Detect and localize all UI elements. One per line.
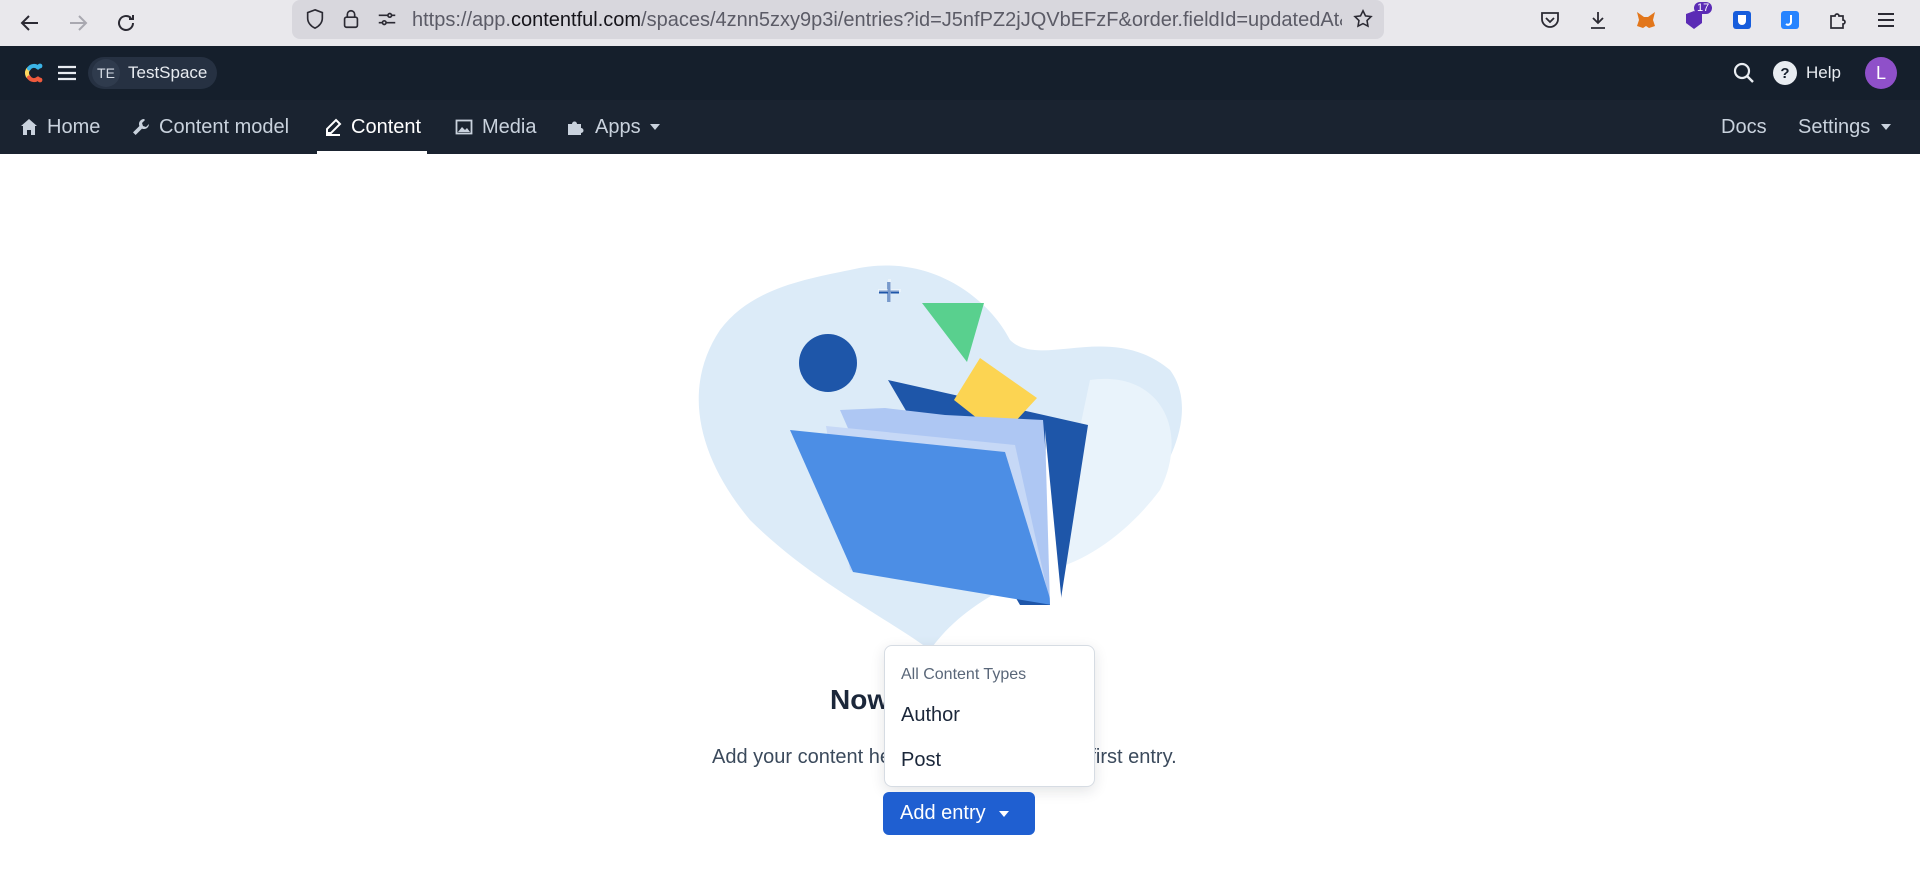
- add-entry-button[interactable]: Add entry: [883, 792, 1035, 835]
- edit-pen-icon: [324, 118, 342, 136]
- nav-apps-label: Apps: [595, 115, 641, 138]
- caret-down-icon: [1880, 123, 1892, 131]
- reload-icon[interactable]: [109, 6, 143, 40]
- nav-media-label: Media: [482, 115, 537, 138]
- extension-badge-count: 17: [1694, 2, 1713, 14]
- help-button[interactable]: ? Help: [1772, 60, 1841, 86]
- empty-state-heading: Now: [830, 684, 890, 715]
- content-type-dropdown: All Content Types Author Post: [884, 645, 1095, 787]
- wrench-icon: [132, 118, 150, 136]
- nav-media[interactable]: Media: [455, 100, 536, 154]
- svg-text:?: ?: [1780, 65, 1789, 82]
- bitwarden-icon[interactable]: [1728, 6, 1756, 34]
- jira-icon[interactable]: [1776, 6, 1804, 34]
- nav-home-label: Home: [47, 115, 101, 138]
- app-header: TE TestSpace ? Help L: [0, 46, 1920, 100]
- download-icon[interactable]: [1584, 6, 1612, 34]
- menu-icon[interactable]: [56, 62, 78, 84]
- dropdown-item-author[interactable]: Author: [901, 704, 960, 727]
- extension-badge-icon[interactable]: 17: [1680, 2, 1713, 34]
- home-icon: [20, 118, 38, 136]
- bookmark-star-icon[interactable]: [1352, 8, 1374, 30]
- help-label: Help: [1806, 63, 1841, 82]
- lock-icon[interactable]: [340, 8, 362, 30]
- menu-hamburger-icon[interactable]: [1872, 6, 1900, 34]
- empty-folder-illustration: [690, 260, 1190, 660]
- puzzle-icon: [566, 118, 586, 136]
- pocket-icon[interactable]: [1536, 6, 1564, 34]
- main-navigation: Home Content model Content Media Apps Do…: [0, 100, 1920, 154]
- empty-state-description: Add your content he ur first entry.: [712, 746, 1177, 769]
- space-initials-badge: TE: [92, 59, 120, 87]
- search-icon[interactable]: [1732, 61, 1756, 85]
- caret-down-icon: [998, 810, 1010, 818]
- extensions-puzzle-icon[interactable]: [1824, 6, 1852, 34]
- image-icon: [455, 118, 473, 136]
- shield-icon[interactable]: [304, 8, 326, 30]
- help-icon: ?: [1773, 61, 1797, 85]
- active-tab-indicator: [317, 151, 427, 154]
- nav-apps[interactable]: Apps: [566, 100, 661, 154]
- space-switcher[interactable]: TE TestSpace: [88, 57, 218, 89]
- empty-state-description-start: Add your content he: [712, 746, 892, 768]
- dropdown-item-post[interactable]: Post: [901, 749, 941, 772]
- space-name: TestSpace: [128, 63, 208, 82]
- contentful-logo[interactable]: [20, 60, 46, 86]
- nav-settings-label: Settings: [1798, 115, 1871, 138]
- forward-icon[interactable]: [61, 6, 95, 40]
- back-icon[interactable]: [13, 6, 47, 40]
- url-text[interactable]: https://app.contentful.com/spaces/4znn5z…: [412, 9, 1342, 32]
- caret-down-icon: [649, 123, 661, 131]
- url-host: contentful.com: [510, 9, 642, 31]
- nav-content-model-label: Content model: [159, 115, 290, 138]
- nav-docs-label: Docs: [1721, 115, 1767, 138]
- nav-home[interactable]: Home: [20, 100, 100, 154]
- nav-content[interactable]: Content: [324, 100, 421, 154]
- nav-content-model[interactable]: Content model: [132, 100, 289, 154]
- nav-docs[interactable]: Docs: [1721, 100, 1767, 154]
- user-avatar[interactable]: L: [1865, 57, 1897, 89]
- nav-content-label: Content: [351, 115, 422, 138]
- url-path: /spaces/4znn5zxy9p3i/entries?id=J5nfPZ2j…: [641, 9, 1342, 31]
- dropdown-header: All Content Types: [901, 666, 1027, 683]
- url-prefix: https://app.: [412, 9, 511, 31]
- nav-settings[interactable]: Settings: [1798, 100, 1892, 154]
- permissions-icon[interactable]: [376, 8, 398, 30]
- browser-toolbar: https://app.contentful.com/spaces/4znn5z…: [0, 0, 1920, 46]
- url-bar[interactable]: https://app.contentful.com/spaces/4znn5z…: [292, 0, 1384, 39]
- add-entry-label: Add entry: [900, 802, 986, 824]
- metamask-icon[interactable]: [1632, 6, 1660, 34]
